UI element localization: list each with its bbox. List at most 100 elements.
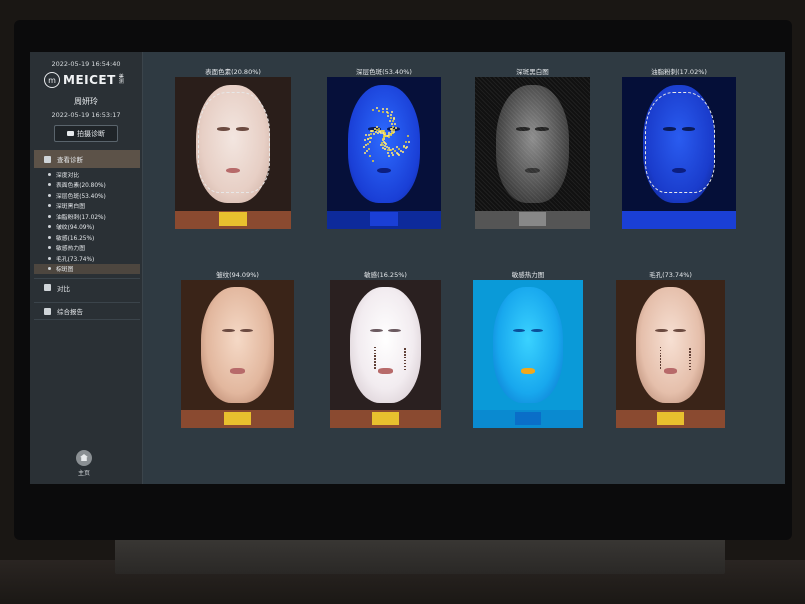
pigment-spot [390,111,393,114]
eye-shape [530,328,544,333]
menu-view-diagnosis[interactable]: 查看诊断 [34,150,140,168]
chin-rest-label [370,212,398,226]
pore-dot [659,364,662,366]
camera-icon [67,131,74,136]
pore-dot [374,364,376,366]
menu-label: 查看诊断 [57,156,83,164]
analysis-tile[interactable]: 深层色斑(53.40%) [327,66,441,229]
home-nav[interactable]: 主页 [76,450,92,477]
sub-item[interactable]: 表面色素(20.80%) [34,180,140,191]
pigment-spot [373,127,376,130]
pigment-spot [368,154,371,157]
pigment-spot [367,133,370,136]
chin-rest-label [518,212,547,226]
pigment-spot [390,123,393,126]
pigment-spot [381,107,384,110]
tile-title: 表面色素(20.80%) [205,68,261,76]
sub-item[interactable]: 毛孔(73.74%) [34,253,140,264]
lips-shape [230,368,245,374]
pore-dot [689,354,691,356]
analysis-mask-outline [198,92,270,193]
sub-item-label: 表面色素(20.80%) [56,183,106,190]
sub-item-selected[interactable]: 棕斑图 [34,263,140,274]
pore-dot [689,348,691,350]
sub-item[interactable]: 皱纹(94.09%) [34,222,140,233]
logo-badge-icon: m [44,72,60,88]
monitor-stand [115,536,725,574]
sidebar: 2022-05-19 16:54:40 m MEICET 美测 周妍玲 2022… [30,52,143,484]
pore-dot [659,367,662,369]
pore-dot [374,358,376,360]
sub-item-label: 深斑黑白图 [56,204,85,211]
eye-shape [388,328,402,333]
bullet-icon [48,172,51,176]
face-shape [492,287,564,403]
tile-title: 油脂粉刺(17.02%) [651,68,707,76]
pigment-spot [381,141,384,144]
pore-dot [659,352,662,355]
bullet-icon [48,214,51,218]
sub-item[interactable]: 敏感(16.25%) [34,232,140,243]
sub-item-label: 皱纹(94.09%) [56,225,95,232]
capture-time: 2022-05-19 16:53:17 [51,111,121,119]
sub-item[interactable]: 深层色斑(53.40%) [34,190,140,201]
shoot-diagnosis-button[interactable]: 拍摄诊断 [54,125,118,142]
analysis-tile[interactable]: 敏感(16.25%) [330,269,441,428]
pore-dot [404,351,406,353]
sub-item-label: 毛孔(73.74%) [56,256,95,263]
pigment-spot [383,131,386,134]
analysis-tile[interactable]: 深斑黑白图 [475,66,590,229]
analysis-tile[interactable]: 敏感热力图 [473,269,583,428]
diagnosis-icon [44,155,51,163]
sub-item[interactable]: 敏感热力图 [34,243,140,254]
pore-dot [659,349,662,352]
eye-shape [369,328,383,333]
menu-compare[interactable]: 对比 [34,278,140,296]
chin-rest-label [372,411,399,426]
sub-item-label: 棕斑图 [56,267,74,274]
sub-item-label: 油脂粉刺(17.02%) [56,214,106,221]
bullet-icon [48,267,51,271]
pigment-spot [367,142,370,145]
face-shape [201,287,274,403]
sub-item-label: 敏感热力图 [56,246,85,253]
menu-label: 对比 [57,284,70,293]
pore-dot [659,358,662,360]
pigment-spot [389,117,392,120]
pigment-spot [394,127,397,130]
pigment-spot [386,148,389,151]
pigment-spot [362,145,365,148]
sub-item[interactable]: 油脂粉刺(17.02%) [34,211,140,222]
app-screen: 2022-05-19 16:54:40 m MEICET 美测 周妍玲 2022… [30,52,785,484]
analysis-tile[interactable]: 油脂粉刺(17.02%) [622,66,736,229]
pore-dot [374,346,376,349]
bullet-icon [48,225,51,229]
sub-item-label: 深度对比 [56,172,80,179]
pigment-spot [388,154,391,157]
pore-dot [374,367,376,369]
tile-title: 敏感(16.25%) [364,271,407,279]
sub-item[interactable]: 深斑黑白图 [34,201,140,212]
pigment-spot [407,134,410,137]
sub-item[interactable]: 深度对比 [34,169,140,180]
analysis-tile[interactable]: 毛孔(73.74%) [616,269,725,428]
tile-title: 深层色斑(53.40%) [356,68,412,76]
pore-dot [659,361,662,363]
pore-dot [404,348,406,350]
home-icon[interactable] [76,450,92,466]
shoot-diagnosis-label: 拍摄诊断 [77,129,105,138]
eye-shape [221,328,235,333]
diagnosis-sub-list: 深度对比 表面色素(20.80%) 深层色斑(53.40%) 深斑黑白图 油脂粉… [34,169,140,274]
bullet-icon [48,246,51,250]
menu-report[interactable]: 综合报告 [34,302,140,320]
lips-shape [663,368,678,374]
pore-dot [374,349,376,352]
pigment-spot [377,110,380,113]
analysis-tile[interactable]: 表面色素(20.80%) [175,66,291,229]
face-analysis-image [175,77,291,229]
analysis-tile[interactable]: 皱纹(94.09%) [181,269,294,428]
lips-shape [520,368,536,374]
sub-item-label: 深层色斑(53.40%) [56,193,106,200]
tile-title: 皱纹(94.09%) [216,271,259,279]
bullet-icon [48,235,51,239]
